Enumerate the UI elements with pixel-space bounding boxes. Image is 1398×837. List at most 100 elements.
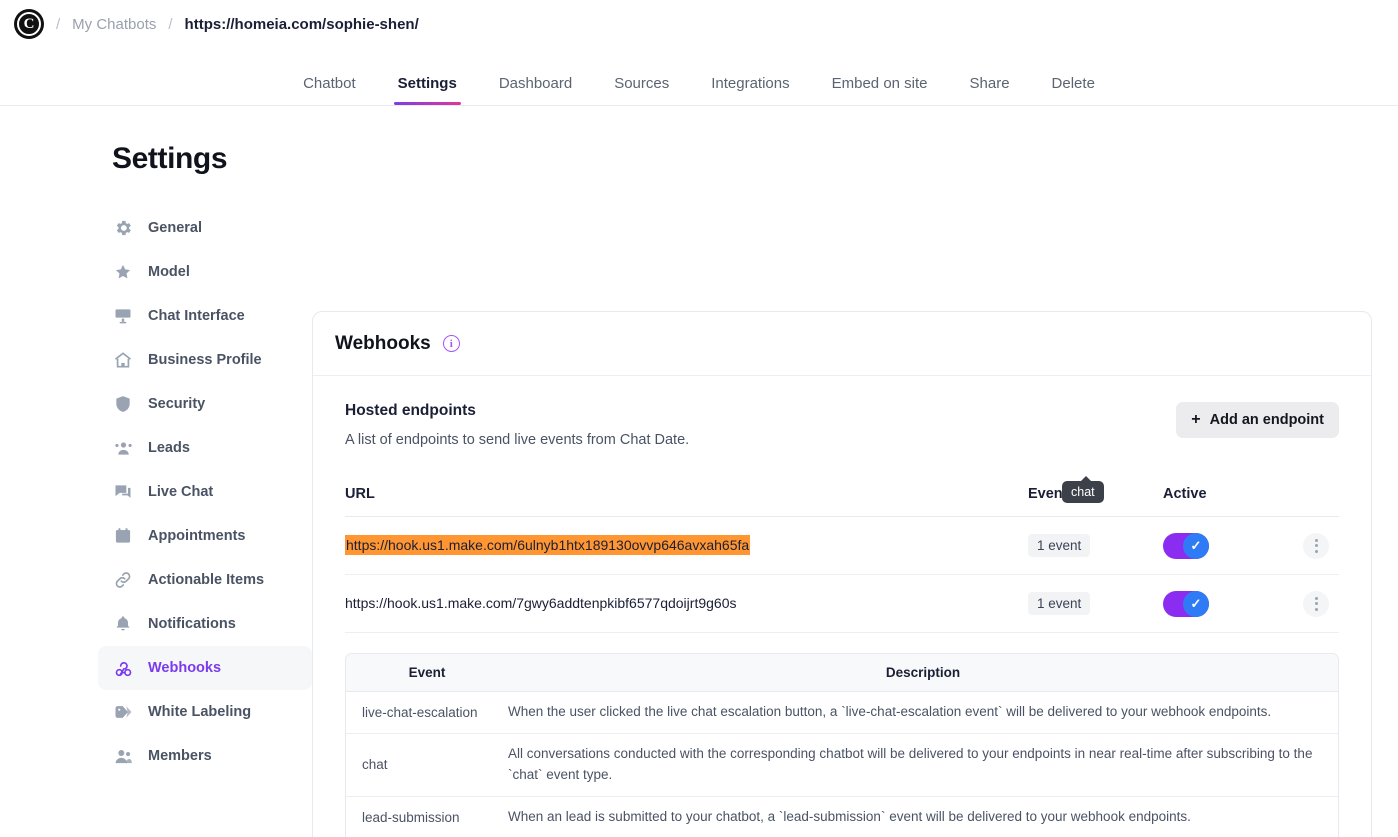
members-icon — [112, 745, 134, 767]
gear-icon — [112, 217, 134, 239]
breadcrumb-separator-2: / — [168, 15, 173, 33]
tab-share[interactable]: Share — [949, 76, 1031, 105]
table-row: https://hook.us1.make.com/6ulnyb1htx1891… — [345, 517, 1339, 575]
events-reference-table: Event Description live-chat-escalation W… — [345, 653, 1339, 837]
monitor-icon — [112, 305, 134, 327]
sidebar-item-label: Business Profile — [148, 352, 262, 368]
events-table-header: Event Description — [346, 654, 1338, 692]
tab-sources[interactable]: Sources — [593, 76, 690, 105]
event-name: chat — [362, 757, 388, 773]
endpoint-url[interactable]: https://hook.us1.make.com/6ulnyb1htx1891… — [345, 534, 751, 555]
sidebar-item-label: Leads — [148, 440, 190, 456]
tab-settings[interactable]: Settings — [377, 76, 478, 105]
sidebar-item-webhooks[interactable]: Webhooks — [98, 646, 312, 690]
event-description: All conversations conducted with the cor… — [508, 745, 1313, 782]
sidebar-item-label: Chat Interface — [148, 308, 245, 324]
table-row: lead-submission When an lead is submitte… — [346, 797, 1338, 837]
sidebar-item-security[interactable]: Security — [98, 382, 312, 426]
sidebar-item-label: General — [148, 220, 202, 236]
breadcrumb-parent-link[interactable]: My Chatbots — [72, 16, 156, 33]
app-logo[interactable]: C — [14, 9, 44, 39]
sidebar-item-label: Model — [148, 264, 190, 280]
kebab-menu-icon[interactable] — [1303, 590, 1329, 617]
chat-bubbles-icon — [112, 481, 134, 503]
sidebar-item-model[interactable]: Model — [98, 250, 312, 294]
settings-nav-list: General Model Chat Interface Business Pr… — [98, 206, 312, 778]
endpoint-active-cell: ✓ — [1163, 532, 1293, 559]
tab-embed-on-site[interactable]: Embed on site — [811, 76, 949, 105]
table-row: chat All conversations conducted with th… — [346, 734, 1338, 797]
people-icon — [112, 437, 134, 459]
check-icon: ✓ — [1183, 590, 1209, 617]
info-icon[interactable]: i — [442, 335, 460, 352]
sidebar-item-white-labeling[interactable]: White Labeling — [98, 690, 312, 734]
sidebar-item-label: Security — [148, 396, 206, 412]
endpoint-url-cell: https://hook.us1.make.com/6ulnyb1htx1891… — [345, 534, 1028, 555]
sidebar-item-label: Webhooks — [148, 660, 222, 676]
column-header-active: Active — [1163, 486, 1207, 502]
hosted-endpoints-section: Hosted endpoints A list of endpoints to … — [345, 402, 1339, 448]
shield-icon — [112, 393, 134, 415]
endpoints-table-header: URL Events Active — [345, 486, 1339, 517]
tab-chatbot[interactable]: Chatbot — [282, 76, 377, 105]
tab-delete[interactable]: Delete — [1031, 76, 1116, 105]
tag-icon — [112, 701, 134, 723]
home-icon — [112, 349, 134, 371]
event-name: lead-submission — [362, 809, 460, 825]
star-icon — [112, 261, 134, 283]
webhooks-card-body: Hosted endpoints A list of endpoints to … — [313, 376, 1371, 837]
event-description: When the user clicked the live chat esca… — [508, 704, 1272, 719]
sidebar-item-business-profile[interactable]: Business Profile — [98, 338, 312, 382]
kebab-menu-icon[interactable] — [1303, 532, 1329, 559]
active-toggle[interactable]: ✓ — [1163, 532, 1209, 559]
table-row: live-chat-escalation When the user click… — [346, 692, 1338, 734]
table-row: https://hook.us1.make.com/7gwy6addtenpki… — [345, 575, 1339, 633]
event-name: live-chat-escalation — [362, 704, 478, 720]
breadcrumb: C / My Chatbots / https://homeia.com/sop… — [0, 0, 1398, 48]
endpoints-table: URL Events Active https://hook.us1.make.… — [345, 486, 1339, 633]
page-title: Settings — [112, 142, 228, 175]
active-toggle[interactable]: ✓ — [1163, 590, 1209, 617]
tab-dashboard[interactable]: Dashboard — [478, 76, 593, 105]
breadcrumb-separator-1: / — [56, 15, 61, 33]
sidebar-item-appointments[interactable]: Appointments — [98, 514, 312, 558]
webhooks-card: Webhooks i Hosted endpoints A list of en… — [312, 311, 1372, 837]
webhook-icon — [112, 657, 134, 679]
events-tooltip: chat — [1062, 476, 1104, 503]
sidebar-item-live-chat[interactable]: Live Chat — [98, 470, 312, 514]
plus-icon: + — [1191, 411, 1201, 428]
endpoint-actions-cell — [1293, 532, 1339, 559]
webhooks-card-header: Webhooks i — [313, 312, 1371, 376]
sidebar-item-members[interactable]: Members — [98, 734, 312, 778]
endpoint-active-cell: ✓ — [1163, 590, 1293, 617]
events-count-badge[interactable]: 1 event — [1028, 592, 1091, 615]
calendar-icon — [112, 525, 134, 547]
breadcrumb-current[interactable]: https://homeia.com/sophie-shen/ — [185, 16, 419, 33]
add-endpoint-button[interactable]: + Add an endpoint — [1176, 402, 1339, 438]
sidebar-item-leads[interactable]: Leads — [98, 426, 312, 470]
sidebar-item-actionable-items[interactable]: Actionable Items — [98, 558, 312, 602]
tab-integrations[interactable]: Integrations — [690, 76, 810, 105]
events-count-badge[interactable]: 1 event — [1028, 534, 1091, 557]
sidebar-item-chat-interface[interactable]: Chat Interface — [98, 294, 312, 338]
endpoint-actions-cell — [1293, 590, 1339, 617]
main-content: Webhooks i Hosted endpoints A list of en… — [312, 106, 1398, 837]
endpoint-url[interactable]: https://hook.us1.make.com/7gwy6addtenpki… — [345, 595, 736, 611]
sidebar-item-label: Appointments — [148, 528, 246, 544]
sidebar-item-notifications[interactable]: Notifications — [98, 602, 312, 646]
sidebar-item-general[interactable]: General — [98, 206, 312, 250]
column-header-url: URL — [345, 486, 375, 502]
sidebar-item-label: Notifications — [148, 616, 236, 632]
column-header-event: Event — [408, 665, 446, 680]
sidebar-item-label: White Labeling — [148, 704, 252, 720]
hosted-endpoints-title: Hosted endpoints — [345, 402, 476, 419]
sidebar-item-label: Actionable Items — [148, 572, 265, 588]
settings-sidebar: Settings General Model Chat Interface Bu… — [0, 106, 312, 837]
webhooks-title: Webhooks — [335, 332, 431, 354]
logo-letter: C — [23, 15, 35, 32]
endpoint-events-cell: 1 event — [1028, 592, 1163, 615]
check-icon: ✓ — [1183, 532, 1209, 559]
endpoint-url-cell: https://hook.us1.make.com/7gwy6addtenpki… — [345, 595, 1028, 613]
bell-icon — [112, 613, 134, 635]
event-description: When an lead is submitted to your chatbo… — [508, 808, 1191, 824]
